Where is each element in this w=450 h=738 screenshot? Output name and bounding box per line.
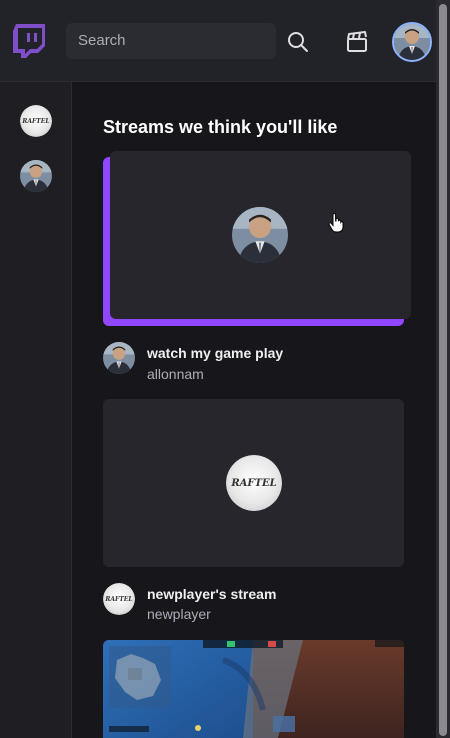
raftel-logo-icon: RAFTEL: [103, 583, 135, 615]
game-screenshot-image: [103, 640, 404, 738]
top-nav: Search: [0, 0, 436, 82]
scrollbar[interactable]: [436, 0, 450, 738]
twitch-logo-icon[interactable]: [12, 23, 46, 59]
person-photo-icon: [103, 342, 135, 374]
section-title: Streams we think you'll like: [103, 117, 338, 137]
stream-username[interactable]: newplayer: [147, 606, 211, 622]
raftel-logo-icon: RAFTEL: [20, 105, 52, 137]
hand-cursor-icon: [328, 213, 344, 233]
stream-username[interactable]: allonnam: [147, 366, 204, 382]
streamer-avatar: [232, 207, 288, 263]
person-photo-icon: [20, 160, 52, 192]
stream-title[interactable]: watch my game play: [147, 345, 283, 361]
clapperboard-icon[interactable]: [344, 29, 370, 55]
stream-title[interactable]: newplayer's stream: [147, 586, 276, 602]
scrollbar-thumb[interactable]: [439, 4, 447, 736]
streamer-avatar: RAFTEL: [226, 455, 282, 511]
raftel-logo-icon: RAFTEL: [226, 455, 282, 511]
user-avatar[interactable]: [392, 22, 432, 62]
person-photo-icon: [232, 207, 288, 263]
sidebar-channel-allonnam[interactable]: [20, 160, 52, 192]
stream-thumbnail[interactable]: RAFTEL: [103, 399, 404, 567]
stream-thumbnail[interactable]: [103, 640, 404, 738]
stream-channel-avatar[interactable]: RAFTEL: [103, 583, 135, 615]
search-input[interactable]: Search: [66, 23, 276, 59]
search-icon[interactable]: [285, 29, 311, 55]
sidebar-channel-newplayer[interactable]: RAFTEL: [20, 105, 52, 137]
person-photo-icon: [394, 24, 430, 60]
stream-thumbnail[interactable]: [110, 151, 411, 319]
stream-channel-avatar[interactable]: [103, 342, 135, 374]
sidebar: RAFTEL: [0, 82, 72, 738]
